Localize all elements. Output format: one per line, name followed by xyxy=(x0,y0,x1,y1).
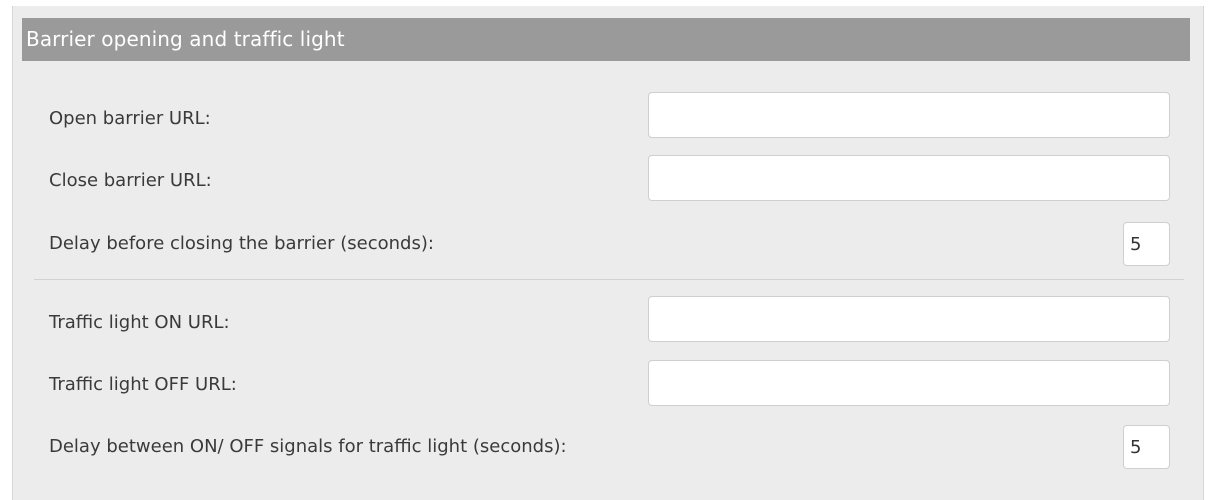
traffic-light-on-url-input[interactable] xyxy=(648,296,1170,342)
open-barrier-url-label: Open barrier URL: xyxy=(49,108,211,129)
section-header: Barrier opening and traffic light xyxy=(22,18,1190,61)
open-barrier-url-input[interactable] xyxy=(648,92,1170,138)
traffic-light-off-url-input[interactable] xyxy=(648,360,1170,406)
close-barrier-url-input[interactable] xyxy=(648,155,1170,201)
traffic-delay-label: Delay between ON/ OFF signals for traffi… xyxy=(49,436,567,457)
traffic-light-on-url-label: Traffic light ON URL: xyxy=(49,312,230,333)
close-delay-input[interactable] xyxy=(1123,222,1170,266)
close-barrier-url-label: Close barrier URL: xyxy=(49,170,212,191)
section-divider xyxy=(34,279,1184,280)
traffic-light-off-url-label: Traffic light OFF URL: xyxy=(49,374,237,395)
traffic-delay-input[interactable] xyxy=(1123,425,1170,469)
close-delay-label: Delay before closing the barrier (second… xyxy=(49,233,434,254)
